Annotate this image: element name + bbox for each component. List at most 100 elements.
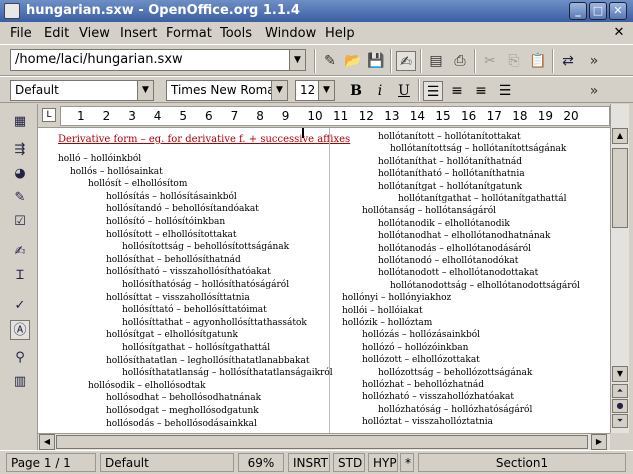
- chevron-down-icon[interactable]: ▼: [318, 81, 334, 100]
- font-name-select[interactable]: Times New Roman ▼: [166, 80, 288, 101]
- toolbar-separator: [390, 49, 392, 73]
- scroll-left-button[interactable]: ◀: [39, 434, 55, 450]
- align-right-icon[interactable]: ≡: [471, 81, 491, 101]
- scroll-right-button[interactable]: ▶: [591, 434, 607, 450]
- menu-window[interactable]: Window: [265, 26, 316, 41]
- menu-edit[interactable]: Edit: [44, 26, 69, 41]
- status-page-style[interactable]: Default: [100, 453, 234, 472]
- menu-format[interactable]: Format: [166, 26, 212, 41]
- show-draw-functions-icon[interactable]: ✎: [10, 188, 30, 208]
- url-value: /home/laci/hungarian.sxw: [15, 52, 183, 67]
- list-item: hollótanított – hollótanítottakat: [378, 132, 521, 142]
- insert-object-icon[interactable]: ◕: [10, 164, 30, 184]
- align-center-icon[interactable]: ≡: [447, 81, 467, 101]
- list-item: hollótanodik – elhollótanodik: [378, 218, 510, 229]
- ruler-number: 9: [281, 109, 290, 123]
- url-input[interactable]: /home/laci/hungarian.sxw ▼: [10, 49, 306, 71]
- save-icon[interactable]: 💾: [366, 51, 386, 71]
- ruler-strip: 1 2 3 4 5 6 7 8 9 10 11 12 13 14 15 16 17 18 19 20: [60, 106, 610, 126]
- document-area[interactable]: Derivative form – eg. for derivative f. …: [38, 128, 610, 433]
- toolbar-more-icon[interactable]: »: [584, 51, 604, 71]
- print-icon[interactable]: ⎙: [450, 51, 470, 71]
- vertical-scrollbar[interactable]: ▲ ▼ ⏶ ● ⏷: [610, 104, 629, 433]
- export-pdf-icon[interactable]: ▤: [426, 51, 446, 71]
- list-item: hollózottság – behollózottságának: [378, 367, 533, 378]
- ruler-number: 13: [384, 109, 400, 123]
- status-selection-mode[interactable]: STD: [333, 453, 365, 472]
- menu-tools[interactable]: Tools: [220, 26, 252, 41]
- auto-spellcheck-icon[interactable]: Ⓐ: [10, 320, 30, 340]
- ruler-number: 16: [461, 109, 477, 123]
- menu-file[interactable]: File: [10, 26, 32, 41]
- next-page-icon[interactable]: ⏷: [612, 414, 628, 428]
- paste-icon[interactable]: 📋: [528, 51, 548, 71]
- list-item: hollózhatóság – hollózhatóságáról: [378, 404, 533, 415]
- text-cursor-icon[interactable]: Ɪ: [10, 266, 30, 286]
- menu-help[interactable]: Help: [325, 26, 355, 41]
- previous-page-icon[interactable]: ⏶: [612, 384, 628, 398]
- close-button[interactable]: ✕: [609, 2, 627, 20]
- ruler-number: 8: [256, 109, 264, 123]
- text-autocomplete-icon[interactable]: ✍: [10, 242, 30, 262]
- edit-mode-icon[interactable]: ✍: [396, 51, 416, 71]
- toolbar-more-icon[interactable]: »: [584, 81, 604, 101]
- copy-icon[interactable]: ⎘: [504, 51, 524, 71]
- edit-file-icon[interactable]: ✎: [320, 51, 340, 71]
- ruler-number: 19: [537, 109, 554, 123]
- column-separator: [329, 128, 330, 433]
- italic-button[interactable]: i: [370, 81, 390, 101]
- menu-insert[interactable]: Insert: [120, 26, 157, 41]
- scroll-down-button[interactable]: ▼: [612, 366, 628, 382]
- list-item: hollótanodó – elhollótanodókat: [378, 256, 519, 266]
- list-item: hollótanodott – elhollótanodottakat: [378, 268, 539, 279]
- open-folder-icon[interactable]: 📂: [343, 51, 363, 71]
- close-document-icon[interactable]: ✕: [611, 25, 627, 41]
- horizontal-ruler[interactable]: L 1 2 3 4 5 6 7 8 9 10 11 12 13 14 15 16 17 18 19 20: [38, 104, 610, 128]
- list-item: hollósodás – behollósodásainkkal: [106, 418, 257, 429]
- list-item: hollósíthatatlan – leghollósíthatatlanab…: [106, 355, 310, 366]
- ruler-number: 11: [333, 109, 349, 123]
- menu-bar: File Edit View Insert Format Tools Windo…: [0, 22, 633, 44]
- paragraph-style-select[interactable]: Default ▼: [10, 80, 154, 101]
- menu-view[interactable]: View: [79, 26, 110, 41]
- align-left-icon[interactable]: ☰: [423, 81, 443, 101]
- list-item: hollósodgat – meghollósodgatunk: [106, 406, 259, 416]
- ruler-number: 15: [435, 109, 451, 123]
- underline-button[interactable]: U: [394, 81, 414, 101]
- ruler-number: 7: [230, 109, 239, 123]
- status-zoom[interactable]: 69%: [238, 453, 284, 472]
- vertical-scroll-thumb[interactable]: [612, 148, 628, 228]
- ruler-number: 2: [102, 109, 111, 123]
- find-replace-icon[interactable]: ⚲: [10, 348, 30, 368]
- cut-icon[interactable]: ✂: [480, 51, 500, 71]
- status-insert-mode[interactable]: INSRT: [288, 453, 330, 472]
- document-page[interactable]: Derivative form – eg. for derivative f. …: [38, 128, 610, 433]
- chevron-down-icon[interactable]: ▼: [137, 81, 153, 100]
- list-item: hollótanítgat – hollótanítgatunk: [378, 181, 523, 192]
- list-item: hollónyi – hollónyiakhoz: [342, 293, 452, 304]
- tab-stop-selector-icon[interactable]: L: [42, 108, 56, 122]
- list-item: hollótanítottság – hollótanítottságának: [390, 144, 567, 155]
- scroll-up-button[interactable]: ▲: [612, 128, 628, 144]
- maximize-button[interactable]: □: [589, 2, 607, 20]
- minimize-button[interactable]: _: [569, 2, 587, 20]
- undo-redo-icon[interactable]: ⇄: [558, 51, 578, 71]
- insert-fields-icon[interactable]: ⇶: [10, 140, 30, 160]
- navigation-icon[interactable]: ●: [612, 399, 628, 413]
- status-hyphen[interactable]: HYP: [368, 453, 398, 472]
- insert-table-icon[interactable]: ▦: [10, 112, 30, 132]
- chevron-down-icon[interactable]: ▼: [289, 50, 305, 70]
- font-size-select[interactable]: 12 ▼: [295, 80, 335, 101]
- justify-icon[interactable]: ☰: [495, 81, 515, 101]
- horizontal-scrollbar[interactable]: ◀ ▶: [38, 433, 610, 450]
- chevron-down-icon[interactable]: ▼: [271, 81, 287, 100]
- bold-button[interactable]: B: [346, 81, 366, 101]
- list-item: hollósíthatóság – hollósíthatóságáról: [122, 280, 290, 290]
- status-page: Page 1 / 1: [6, 453, 96, 472]
- spellcheck-icon[interactable]: ✓: [10, 296, 30, 316]
- horizontal-scroll-thumb[interactable]: [56, 435, 588, 449]
- form-functions-icon[interactable]: ☑: [10, 212, 30, 232]
- toolbar-separator: [474, 49, 476, 73]
- list-item: hollósítandó – behollósítandóakat: [106, 204, 259, 215]
- data-sources-icon[interactable]: ▥: [10, 372, 30, 392]
